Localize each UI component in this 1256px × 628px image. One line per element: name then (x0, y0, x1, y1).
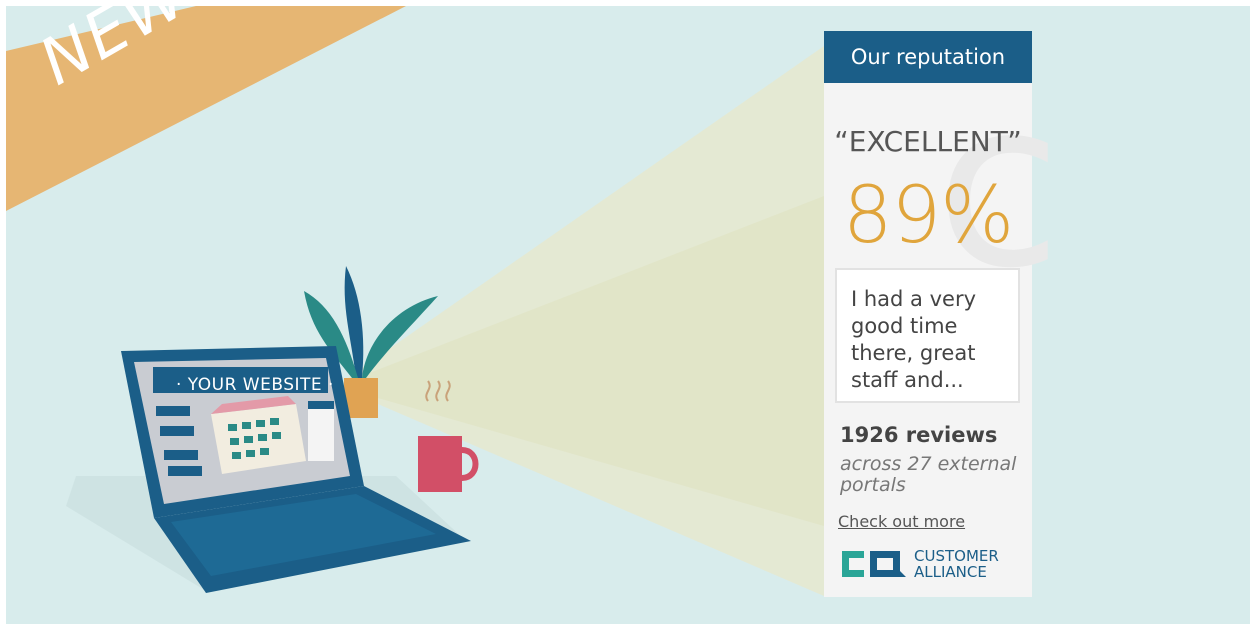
illustration (6, 6, 824, 596)
laptop-screen-title: · YOUR WEBSITE · (176, 375, 334, 395)
review-excerpt: I had a very good time there, great staf… (835, 268, 1020, 403)
logo-text-alliance: ALLIANCE (914, 563, 987, 581)
check-out-more-link[interactable]: Check out more (838, 512, 965, 531)
hero-scene: NEW · YOUR WEBSITE · (6, 6, 1250, 624)
portal-count: across 27 external portals (840, 453, 1017, 496)
logo-text-customer: CUSTOMER (914, 547, 999, 565)
rating-label: “EXCELLENT” (834, 125, 1022, 158)
reputation-widget: c Our reputation “EXCELLENT” 89% I had a… (824, 31, 1062, 597)
customer-alliance-logo-icon (842, 551, 906, 577)
review-count: 1926 reviews (840, 423, 998, 447)
rating-score: 89% (842, 171, 1014, 261)
customer-alliance-logo[interactable]: CUSTOMER ALLIANCE (838, 548, 999, 580)
